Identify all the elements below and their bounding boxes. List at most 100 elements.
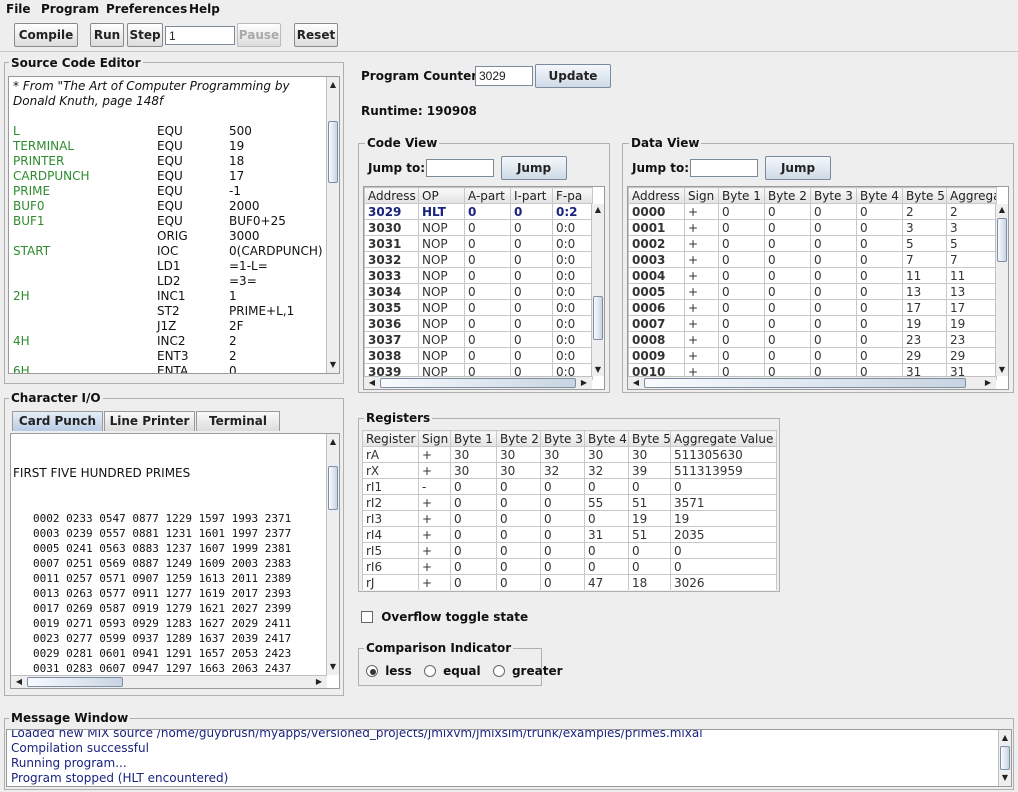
- table-row[interactable]: rI2 +0 0 0 55 51 3571: [362, 494, 777, 511]
- column-header[interactable]: Byte 4: [856, 187, 903, 204]
- table-row[interactable]: 3034 NOP 0 0 0:0: [364, 283, 593, 300]
- code-jump-input[interactable]: [426, 159, 494, 177]
- table-row[interactable]: 3035 NOP 0 0 0:0: [364, 299, 593, 316]
- scroll-right-arrow-icon[interactable]: ▶: [578, 377, 590, 389]
- scroll-down-arrow-icon[interactable]: ▼: [327, 661, 339, 673]
- radio-equal[interactable]: [423, 665, 436, 677]
- column-header[interactable]: Address: [364, 187, 419, 204]
- data-horizontal-scrollbar[interactable]: ◀ ▶: [628, 376, 996, 389]
- column-header[interactable]: Sign: [684, 187, 719, 204]
- column-header[interactable]: Byte 2: [764, 187, 811, 204]
- table-row[interactable]: 0008 +0 0 0 0 23 23: [628, 331, 997, 348]
- scroll-up-arrow-icon[interactable]: ▲: [592, 204, 604, 216]
- column-header[interactable]: Byte 1: [718, 187, 765, 204]
- code-jump-button[interactable]: Jump: [501, 156, 567, 180]
- column-header[interactable]: Byte 4: [584, 430, 629, 447]
- step-count-input[interactable]: [165, 26, 235, 45]
- column-header[interactable]: Byte 2: [496, 430, 541, 447]
- pause-button[interactable]: Pause: [237, 23, 281, 47]
- table-row[interactable]: 3033 NOP 0 0 0:0: [364, 267, 593, 284]
- column-header[interactable]: Byte 3: [540, 430, 585, 447]
- scroll-thumb[interactable]: [1000, 746, 1010, 770]
- table-row[interactable]: 0000 +0 0 0 0 2 2: [628, 203, 997, 220]
- column-header[interactable]: Byte 1: [450, 430, 497, 447]
- table-row[interactable]: rJ +0 0 0 47 18 3026: [362, 574, 777, 590]
- scroll-thumb[interactable]: [644, 378, 966, 388]
- column-header[interactable]: OP: [418, 187, 465, 204]
- column-header[interactable]: I-part: [510, 187, 553, 204]
- data-jump-button[interactable]: Jump: [765, 156, 831, 180]
- program-counter-input[interactable]: [475, 66, 533, 86]
- source-code-area[interactable]: * From "The Art of Computer Programming …: [8, 76, 340, 374]
- scroll-thumb[interactable]: [380, 378, 576, 388]
- data-view-table-area[interactable]: Address Sign Byte 1 Byte 2 Byte 3 Byte 4 Byte …: [627, 186, 1009, 390]
- scroll-thumb[interactable]: [27, 677, 123, 687]
- table-row[interactable]: rI4 +0 0 0 31 51 2035: [362, 526, 777, 543]
- code-view-table-area[interactable]: Address OP A-part I-part F-pa 3029 HLT 0 0 0:2 303…: [363, 186, 605, 390]
- code-horizontal-scrollbar[interactable]: ◀ ▶: [364, 376, 592, 389]
- scroll-down-arrow-icon[interactable]: ▼: [327, 359, 339, 371]
- scroll-thumb[interactable]: [328, 466, 338, 510]
- menu-help[interactable]: Help: [189, 2, 220, 16]
- message-vertical-scrollbar[interactable]: ▲ ▼: [998, 730, 1011, 786]
- io-vertical-scrollbar[interactable]: ▲ ▼: [326, 434, 339, 675]
- tab-terminal[interactable]: Terminal: [196, 411, 280, 431]
- radio-greater[interactable]: [492, 665, 505, 677]
- menu-file[interactable]: File: [6, 2, 31, 16]
- table-row[interactable]: 3032 NOP 0 0 0:0: [364, 251, 593, 268]
- scroll-up-arrow-icon[interactable]: ▲: [999, 732, 1011, 744]
- table-row[interactable]: 0001 +0 0 0 0 3 3: [628, 219, 997, 236]
- scroll-left-arrow-icon[interactable]: ◀: [630, 377, 642, 389]
- reset-button[interactable]: Reset: [294, 23, 338, 47]
- table-row[interactable]: rA +30 30 30 30 30 511305630: [362, 446, 777, 463]
- update-button[interactable]: Update: [535, 64, 611, 88]
- table-row[interactable]: 3038 NOP 0 0 0:0: [364, 347, 593, 364]
- column-header[interactable]: A-part: [464, 187, 511, 204]
- data-vertical-scrollbar[interactable]: ▲ ▼: [995, 204, 1008, 376]
- scroll-up-arrow-icon[interactable]: ▲: [327, 79, 339, 91]
- scroll-up-arrow-icon[interactable]: ▲: [996, 204, 1008, 216]
- step-button[interactable]: Step: [127, 23, 163, 47]
- scroll-thumb[interactable]: [593, 296, 603, 340]
- table-row[interactable]: 0003 +0 0 0 0 7 7: [628, 251, 997, 268]
- run-button[interactable]: Run: [90, 23, 124, 47]
- scroll-down-arrow-icon[interactable]: ▼: [999, 772, 1011, 784]
- table-row[interactable]: rI1-0 0 0 0 0 0: [362, 478, 777, 495]
- column-header[interactable]: Sign: [418, 430, 451, 447]
- card-punch-output[interactable]: FIRST FIVE HUNDRED PRIMES 0002 0233 0547…: [10, 433, 340, 689]
- tab-line-printer[interactable]: Line Printer: [104, 411, 195, 431]
- table-row[interactable]: rI3 +0 0 0 0 19 19: [362, 510, 777, 527]
- code-vertical-scrollbar[interactable]: ▲ ▼: [591, 204, 604, 376]
- radio-less[interactable]: [366, 665, 378, 677]
- overflow-checkbox[interactable]: [361, 611, 373, 623]
- column-header[interactable]: Aggregat: [946, 187, 997, 204]
- table-row[interactable]: 3029 HLT 0 0 0:2: [364, 203, 593, 220]
- column-header[interactable]: Byte 5: [902, 187, 947, 204]
- table-row[interactable]: 3031 NOP 0 0 0:0: [364, 235, 593, 252]
- menu-program[interactable]: Program: [41, 2, 99, 16]
- column-header[interactable]: F-pa: [552, 187, 593, 204]
- table-row[interactable]: rX +30 30 32 32 39 511313959: [362, 462, 777, 479]
- data-jump-input[interactable]: [690, 159, 758, 177]
- table-row[interactable]: rI6 +0 0 0 0 0 0: [362, 558, 777, 575]
- table-row[interactable]: 0004 +0 0 0 0 11 11: [628, 267, 997, 284]
- table-row[interactable]: 0006 +0 0 0 0 17 17: [628, 299, 997, 316]
- table-row[interactable]: rI5 +0 0 0 0 0 0: [362, 542, 777, 559]
- menu-preferences[interactable]: Preferences: [106, 2, 187, 16]
- table-row[interactable]: 0005 +0 0 0 0 13 13: [628, 283, 997, 300]
- table-row[interactable]: 3030 NOP 0 0 0:0: [364, 219, 593, 236]
- scroll-right-arrow-icon[interactable]: ▶: [982, 377, 994, 389]
- message-log[interactable]: Loaded new MIX source /home/guybrush/mya…: [6, 729, 1012, 787]
- scroll-down-arrow-icon[interactable]: ▼: [592, 364, 604, 376]
- source-vertical-scrollbar[interactable]: ▲ ▼: [326, 77, 339, 373]
- table-row[interactable]: 0009 +0 0 0 0 29 29: [628, 347, 997, 364]
- column-header[interactable]: Byte 3: [810, 187, 857, 204]
- column-header[interactable]: Register: [362, 430, 419, 447]
- io-horizontal-scrollbar[interactable]: ◀ ▶: [11, 675, 327, 688]
- column-header[interactable]: Byte 5: [628, 430, 671, 447]
- scroll-right-arrow-icon[interactable]: ▶: [313, 676, 325, 688]
- table-row[interactable]: 0007 +0 0 0 0 19 19: [628, 315, 997, 332]
- scroll-left-arrow-icon[interactable]: ◀: [13, 676, 25, 688]
- scroll-down-arrow-icon[interactable]: ▼: [996, 364, 1008, 376]
- scroll-left-arrow-icon[interactable]: ◀: [366, 377, 378, 389]
